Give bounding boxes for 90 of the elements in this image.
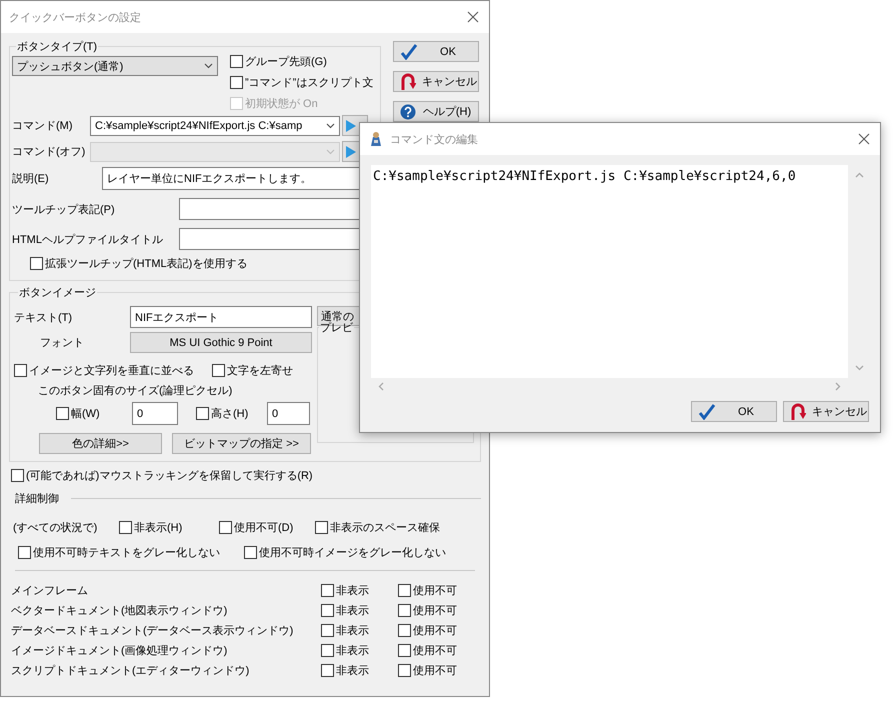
- checkbox-label: 使用不可: [413, 604, 457, 618]
- checkbox[interactable]: [398, 664, 411, 677]
- checkbox[interactable]: [321, 644, 334, 657]
- checkmark-icon: [400, 44, 418, 60]
- color-details-button[interactable]: 色の詳細>>: [39, 433, 162, 454]
- font-button[interactable]: MS UI Gothic 9 Point: [130, 332, 312, 353]
- checkbox[interactable]: [230, 76, 243, 89]
- type-select[interactable]: プッシュボタン(通常): [12, 56, 218, 76]
- play-icon: [346, 120, 356, 132]
- help-icon: [400, 104, 416, 120]
- checkbox[interactable]: [30, 257, 43, 270]
- checkbox[interactable]: [398, 584, 411, 597]
- close-icon[interactable]: [858, 133, 870, 145]
- help-button[interactable]: ヘルプ(H): [393, 101, 479, 122]
- checkbox-label: グループ先頭(G): [245, 54, 327, 69]
- u-turn-arrow-icon: [790, 402, 806, 420]
- checkbox[interactable]: [398, 624, 411, 637]
- checkbox[interactable]: [321, 604, 334, 617]
- checkbox-label: 拡張ツールチップ(HTML表記)を使用する: [45, 256, 248, 271]
- section-title: 詳細制御: [15, 492, 59, 506]
- group-title: ボタンタイプ(T): [16, 40, 98, 54]
- checkbox-label: ”コマンド”はスクリプト文: [245, 76, 374, 90]
- cancel-button[interactable]: キャンセル: [393, 71, 479, 92]
- bitmap-button[interactable]: ビットマップの指定 >>: [172, 433, 311, 454]
- checkbox-label: 初期状態が On: [245, 96, 318, 111]
- checkbox-label: 非表示: [336, 664, 369, 678]
- field-label: 説明(E): [12, 172, 50, 186]
- height-field[interactable]: 0: [267, 402, 310, 425]
- checkbox-label: 非表示のスペース確保: [330, 521, 440, 535]
- checkbox[interactable]: [398, 604, 411, 617]
- checkbox-label: 非表示(H): [134, 521, 182, 535]
- checkbox[interactable]: [18, 546, 31, 559]
- window-title: クイックバーボタンの設定: [9, 10, 142, 24]
- field-label: フォント: [40, 336, 85, 350]
- checkbox-label: 使用不可: [413, 624, 457, 638]
- checkbox[interactable]: [119, 521, 132, 534]
- scope-label: (すべての状況で): [13, 521, 98, 535]
- play-icon: [346, 146, 356, 158]
- checkbox-label: 使用不可: [413, 664, 457, 678]
- document-label: メインフレーム: [11, 584, 89, 598]
- checkbox-label: 使用不可: [413, 584, 457, 598]
- u-turn-arrow-icon: [400, 72, 416, 90]
- checkbox-label: 使用不可: [413, 644, 457, 658]
- window-title: コマンド文の編集: [390, 132, 479, 146]
- checkbox-label: 使用不可時テキストをグレー化しない: [33, 546, 220, 560]
- checkmark-icon: [698, 404, 716, 420]
- checkbox[interactable]: [14, 364, 27, 377]
- checkbox[interactable]: [219, 521, 232, 534]
- checkbox[interactable]: [315, 521, 328, 534]
- checkbox[interactable]: [321, 624, 334, 637]
- checkbox-label: 非表示: [336, 644, 369, 658]
- checkbox[interactable]: [212, 364, 225, 377]
- checkbox-label: イメージと文字列を垂直に並べる: [29, 364, 194, 378]
- width-field[interactable]: 0: [132, 402, 178, 425]
- checkbox[interactable]: [244, 546, 257, 559]
- command-field[interactable]: C:¥sample¥script24¥NIfExport.js C:¥samp: [90, 116, 340, 136]
- checkbox-label: 高さ(H): [211, 406, 248, 421]
- ok-button[interactable]: OK: [393, 41, 479, 62]
- app-icon: [368, 131, 384, 147]
- text-field[interactable]: NIFエクスポート: [130, 306, 312, 328]
- size-caption: このボタン固有のサイズ(論理ピクセル): [38, 384, 232, 398]
- ok-button[interactable]: OK: [691, 401, 777, 422]
- checkbox-label: 非表示: [336, 624, 369, 638]
- checkbox[interactable]: [321, 584, 334, 597]
- checkbox[interactable]: [56, 407, 69, 420]
- checkbox[interactable]: [230, 55, 243, 68]
- checkbox-label: 文字を左寄せ: [227, 364, 293, 378]
- document-label: イメージドキュメント(画像処理ウィンドウ): [11, 644, 228, 658]
- field-label: コマンド(M): [12, 119, 74, 133]
- checkbox-label: 非表示: [336, 604, 369, 618]
- checkbox[interactable]: [11, 469, 24, 482]
- close-icon[interactable]: [467, 11, 479, 23]
- field-label: コマンド(オフ): [12, 145, 86, 159]
- checkbox-label: 使用不可(D): [234, 521, 294, 535]
- checkbox[interactable]: [196, 407, 209, 420]
- document-label: スクリプトドキュメント(エディターウィンドウ): [11, 664, 250, 678]
- checkbox-label: (可能であれば)マウストラッキングを保留して実行する(R): [26, 468, 313, 483]
- checkbox-label: 非表示: [336, 584, 369, 598]
- command-text-area[interactable]: C:¥sample¥script24¥NIfExport.js C:¥sample¥script24,6,0: [371, 165, 848, 378]
- cancel-button[interactable]: キャンセル: [783, 401, 869, 422]
- checkbox-label: 幅(W): [71, 407, 100, 421]
- checkbox[interactable]: [398, 644, 411, 657]
- checkbox-label: 使用不可時イメージをグレー化しない: [259, 546, 446, 560]
- group-title: ボタンイメージ: [18, 286, 97, 300]
- field-label: HTMLヘルプファイルタイトル: [12, 232, 164, 246]
- field-label: テキスト(T): [14, 310, 74, 324]
- field-label: ツールチップ表記(P): [12, 202, 116, 216]
- document-label: ベクタードキュメント(地図表示ウィンドウ): [11, 604, 228, 618]
- document-label: データベースドキュメント(データベース表示ウィンドウ): [11, 624, 294, 638]
- checkbox[interactable]: [321, 664, 334, 677]
